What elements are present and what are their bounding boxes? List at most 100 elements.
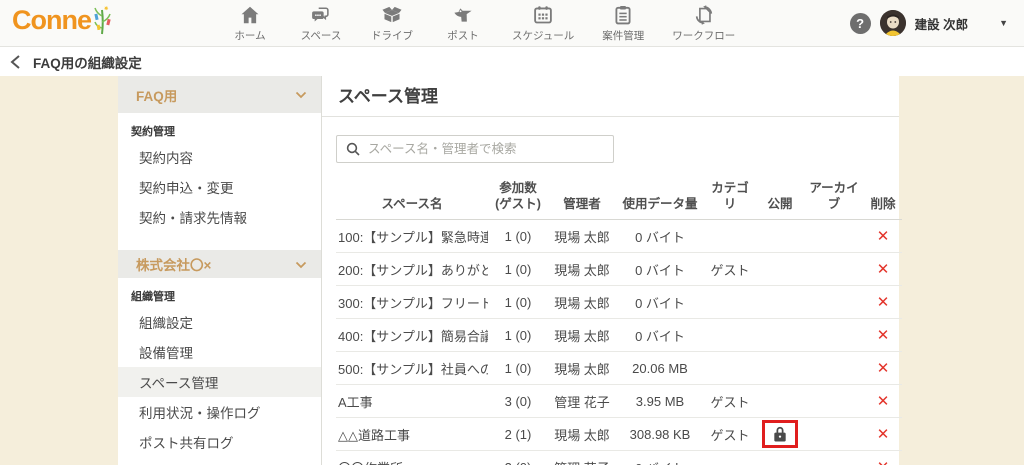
nav-item-workflow[interactable]: ワークフロー: [672, 3, 735, 43]
bamboo-decoration-icon: [93, 6, 113, 41]
sidebar-item[interactable]: 契約・請求先情報: [118, 202, 321, 232]
table-row[interactable]: 300:【サンプル】フリートーク1 (0)現場 太郎0 バイト✕: [336, 286, 902, 319]
space-name: 〇〇作業所: [336, 451, 488, 465]
delete-cell: ✕: [864, 385, 902, 418]
user-area: ? 建設 次郎 ▼: [850, 10, 1024, 36]
caret-down-icon[interactable]: ▼: [999, 18, 1008, 28]
avatar[interactable]: [880, 10, 906, 36]
space-name: 400:【サンプル】簡易合議決裁: [336, 319, 488, 352]
delete-button[interactable]: ✕: [877, 459, 890, 465]
sidebar-section-label: 組織管理: [118, 285, 321, 307]
archive-status: [804, 286, 864, 319]
table-row[interactable]: 100:【サンプル】緊急時連絡1 (0)現場 太郎0 バイト✕: [336, 220, 902, 253]
page-body: FAQ用契約管理契約内容契約申込・変更契約・請求先情報株式会社〇×組織管理組織設…: [0, 76, 1024, 465]
data-usage: 0 バイト: [616, 451, 704, 465]
delete-button[interactable]: ✕: [877, 426, 890, 443]
delete-button[interactable]: ✕: [877, 261, 890, 278]
category: ゲスト: [704, 253, 756, 286]
archive-status: [804, 220, 864, 253]
archive-status: [804, 451, 864, 465]
table-row[interactable]: 500:【サンプル】社員への伝…1 (0)現場 太郎20.06 MB✕: [336, 352, 902, 385]
table-row[interactable]: 400:【サンプル】簡易合議決裁1 (0)現場 太郎0 バイト✕: [336, 319, 902, 352]
archive-status: [804, 385, 864, 418]
nav-item-space[interactable]: スペース: [299, 3, 343, 43]
space-name: 500:【サンプル】社員への伝…: [336, 352, 488, 385]
nav-item-drive[interactable]: ドライブ: [370, 3, 414, 43]
space-name: 200:【サンプル】ありがとう…: [336, 253, 488, 286]
delete-button[interactable]: ✕: [877, 360, 890, 377]
table-row[interactable]: 200:【サンプル】ありがとう…1 (0)現場 太郎0 バイトゲスト✕: [336, 253, 902, 286]
table-row[interactable]: 〇〇作業所2 (0)管理 花子0 バイト ✕: [336, 451, 902, 465]
table-row[interactable]: A工事3 (0)管理 花子3.95 MBゲスト✕: [336, 385, 902, 418]
participant-count: 1 (0): [488, 352, 548, 385]
back-button[interactable]: [10, 55, 22, 69]
data-usage: 20.06 MB: [616, 352, 704, 385]
table-row[interactable]: △△道路工事2 (1)現場 太郎308.98 KBゲスト✕: [336, 418, 902, 451]
chevron-down-icon: [295, 87, 307, 102]
sidebar-group-header[interactable]: FAQ用: [118, 76, 321, 113]
participant-count: 1 (0): [488, 253, 548, 286]
column-header: カテゴリ: [704, 178, 756, 220]
nav-item-case[interactable]: 案件管理: [601, 3, 645, 43]
main-nav: ホームスペース ドライブポストスケジュール案件管理ワークフロー: [228, 3, 735, 43]
delete-button[interactable]: ✕: [877, 393, 890, 410]
space-name: A工事: [336, 385, 488, 418]
app-logo[interactable]: Conne: [0, 5, 228, 41]
category: [704, 286, 756, 319]
space-icon: [310, 3, 332, 26]
user-name[interactable]: 建設 次郎: [915, 14, 968, 33]
public-status: [756, 286, 804, 319]
data-usage: 0 バイト: [616, 253, 704, 286]
manager-name: 管理 花子: [548, 451, 616, 465]
nav-item-post[interactable]: ポスト: [441, 3, 485, 43]
lock-icon-highlighted: [762, 420, 798, 448]
sidebar-item[interactable]: 契約申込・変更: [118, 172, 321, 202]
sidebar-item[interactable]: 設備管理: [118, 337, 321, 367]
sidebar-item[interactable]: スペース管理: [118, 367, 321, 397]
public-status: [756, 319, 804, 352]
column-header: アーカイブ: [804, 178, 864, 220]
participant-count: 2 (1): [488, 418, 548, 451]
sidebar-item[interactable]: 利用状況・操作ログ: [118, 397, 321, 427]
table-header-row: スペース名参加数(ゲスト)管理者使用データ量カテゴリ公開アーカイブ削除: [336, 178, 902, 220]
delete-cell: ✕: [864, 418, 902, 451]
nav-item-home[interactable]: ホーム: [228, 3, 272, 43]
sidebar-item[interactable]: ポスト共有ログ: [118, 427, 321, 457]
home-icon: [239, 3, 261, 26]
nav-item-schedule[interactable]: スケジュール: [512, 3, 574, 43]
help-icon[interactable]: ?: [850, 13, 871, 34]
search-input[interactable]: [368, 142, 604, 156]
delete-button[interactable]: ✕: [877, 327, 890, 344]
sidebar-item[interactable]: 組織設定: [118, 307, 321, 337]
archive-status: [804, 253, 864, 286]
delete-button[interactable]: ✕: [877, 228, 890, 245]
sidebar-group-title: 株式会社〇×: [136, 254, 211, 274]
manager-name: 現場 太郎: [548, 220, 616, 253]
nav-label: ワークフロー: [672, 28, 735, 43]
delete-cell: ✕: [864, 253, 902, 286]
main-panel: スペース管理 スペース名参加数(ゲスト)管理者使用データ量カテゴリ公開アーカイブ…: [322, 76, 899, 465]
sidebar: FAQ用契約管理契約内容契約申込・変更契約・請求先情報株式会社〇×組織管理組織設…: [118, 76, 322, 465]
nav-label: スペース: [301, 28, 342, 43]
category: [704, 451, 756, 465]
sidebar-section: 組織管理組織設定設備管理スペース管理利用状況・操作ログポスト共有ログ: [118, 278, 321, 465]
data-usage: 3.95 MB: [616, 385, 704, 418]
public-status: [756, 352, 804, 385]
post-icon: [452, 3, 474, 26]
public-status: [756, 220, 804, 253]
sidebar-group-header[interactable]: 株式会社〇×: [118, 250, 321, 278]
data-usage: 308.98 KB: [616, 418, 704, 451]
delete-button[interactable]: ✕: [877, 294, 890, 311]
participant-count: 2 (0): [488, 451, 548, 465]
delete-cell: ✕: [864, 451, 902, 465]
category: [704, 352, 756, 385]
delete-cell: ✕: [864, 352, 902, 385]
column-header: 公開: [756, 178, 804, 220]
participant-count: 3 (0): [488, 385, 548, 418]
delete-cell: ✕: [864, 319, 902, 352]
breadcrumb: FAQ用の組織設定: [0, 47, 1024, 76]
manager-name: 現場 太郎: [548, 286, 616, 319]
delete-cell: ✕: [864, 286, 902, 319]
data-usage: 0 バイト: [616, 319, 704, 352]
sidebar-item[interactable]: 契約内容: [118, 142, 321, 172]
